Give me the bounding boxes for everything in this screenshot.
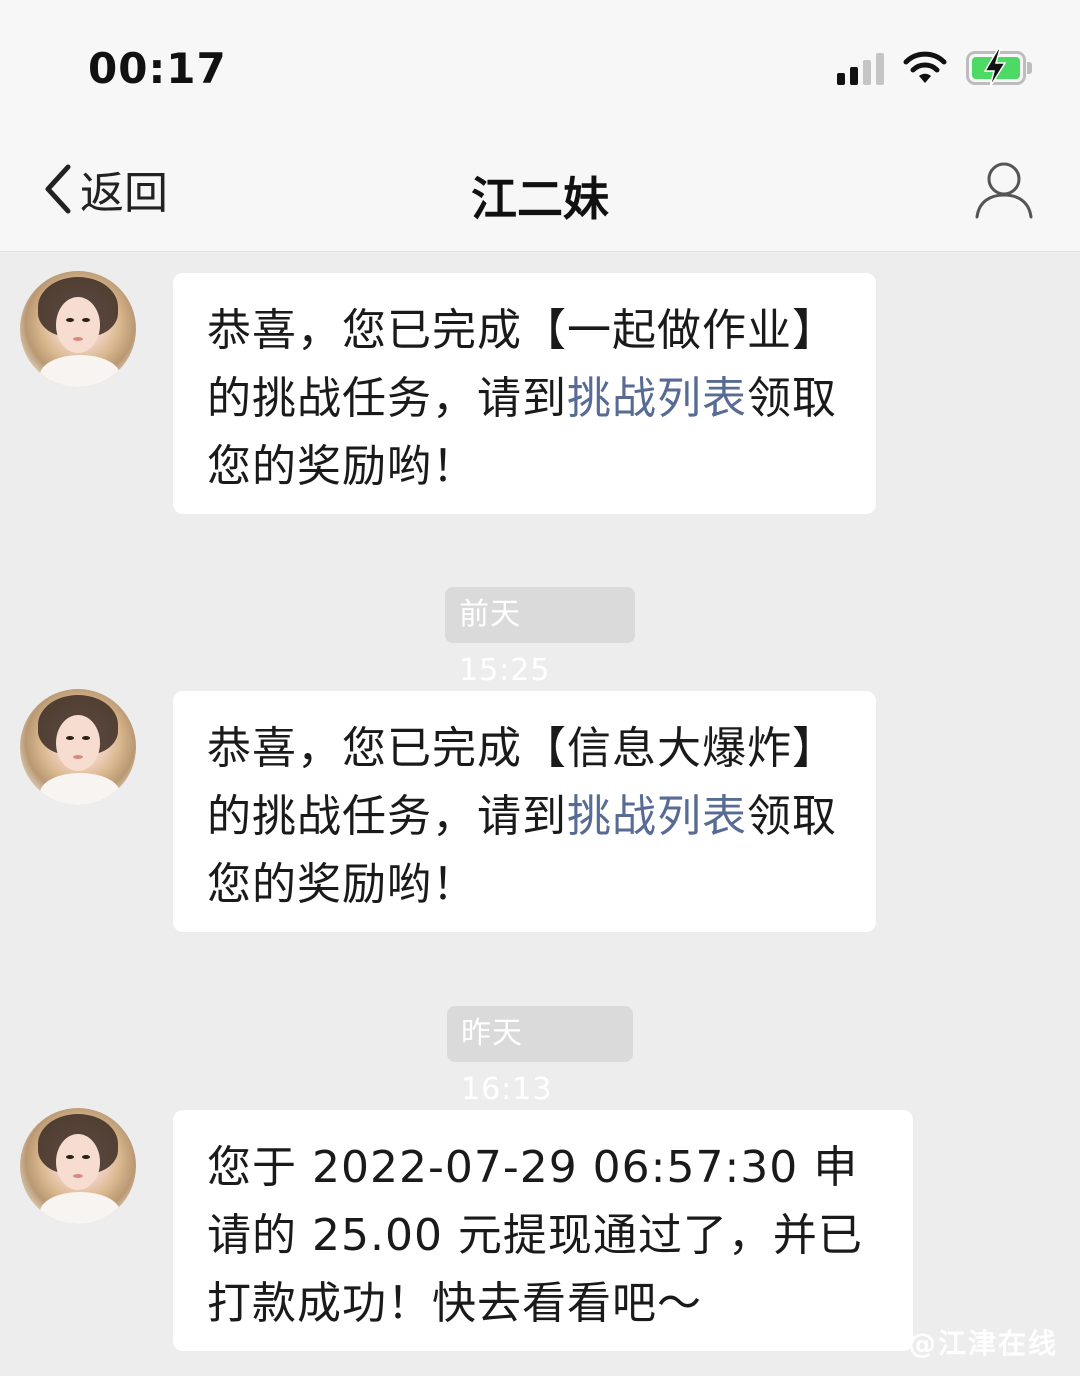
sender-avatar[interactable]: [20, 689, 136, 805]
message-bubble[interactable]: 您于 2022-07-29 06:57:30 申请的 25.00 元提现通过了，…: [173, 1110, 913, 1351]
sender-avatar[interactable]: [20, 271, 136, 387]
sender-avatar[interactable]: [20, 1108, 136, 1224]
person-icon: [975, 162, 1033, 219]
message-bubble[interactable]: 恭喜，您已完成【一起做作业】的挑战任务，请到挑战列表领取您的奖励哟！: [173, 273, 876, 514]
challenge-list-link[interactable]: 挑战列表: [567, 791, 747, 842]
nav-bar: 返回 江二妹: [0, 135, 1080, 252]
timestamp: 昨天 16:13: [447, 1006, 633, 1107]
watermark: @江津在线: [907, 1327, 1058, 1360]
status-bar: 00:17: [0, 0, 1080, 135]
chat-title: 江二妹: [471, 172, 609, 226]
challenge-list-link[interactable]: 挑战列表: [567, 373, 747, 424]
message-text: 您于 2022-07-29 06:57:30 申请的 25.00 元提现通过了，…: [207, 1142, 863, 1329]
chat-area[interactable]: 恭喜，您已完成【一起做作业】的挑战任务，请到挑战列表领取您的奖励哟！ 前天 15…: [0, 252, 1080, 1376]
wifi-icon: [903, 51, 947, 83]
profile-button[interactable]: [974, 159, 1034, 221]
clock: 00:17: [88, 44, 227, 93]
timestamp: 前天 15:25: [445, 587, 635, 688]
charging-bolt-icon: [983, 48, 1007, 88]
battery-icon: [966, 48, 1032, 88]
cellular-signal-icon: [837, 51, 884, 85]
message-bubble[interactable]: 恭喜，您已完成【信息大爆炸】的挑战任务，请到挑战列表领取您的奖励哟！: [173, 691, 876, 932]
status-icons: [837, 48, 1032, 88]
